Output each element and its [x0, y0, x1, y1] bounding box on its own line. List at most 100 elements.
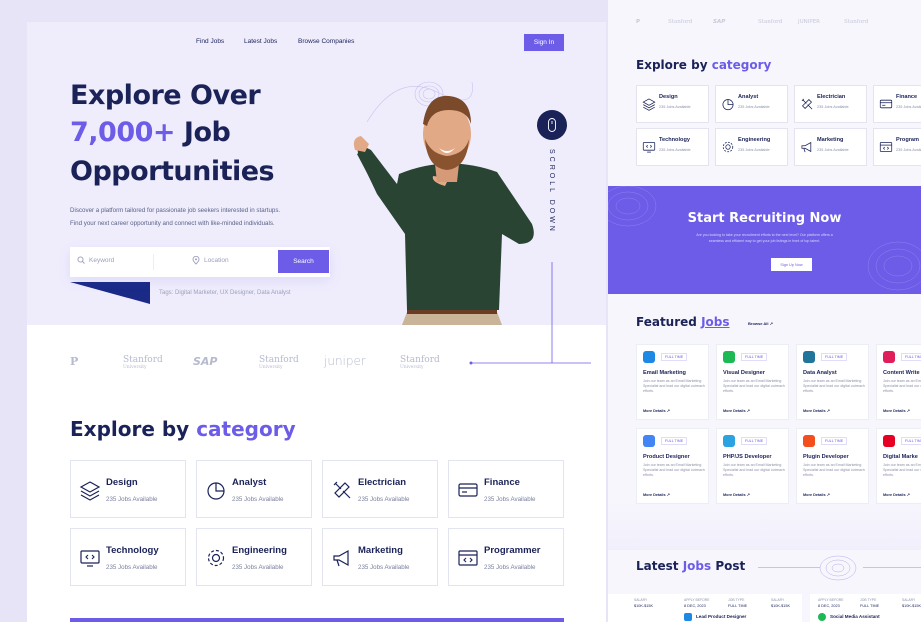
keyword-field[interactable]: Keyword	[77, 256, 114, 264]
more-details-link[interactable]: More Details ↗	[643, 492, 670, 497]
apply-before-value: 8 DEC, 2023	[818, 604, 840, 608]
more-details-label: More Details	[643, 409, 666, 413]
company-logo-juniper: juniper	[324, 354, 366, 368]
more-details-link[interactable]: More Details ↗	[643, 408, 670, 413]
category-name: Electrician	[817, 94, 846, 100]
code-window-icon	[457, 547, 479, 569]
category-card-design[interactable]: Design 235 Jobs Available	[70, 460, 186, 518]
nav-latest-jobs[interactable]: Latest Jobs	[244, 38, 277, 45]
category-name: Program	[896, 137, 920, 143]
category-count: 235 Jobs Available	[358, 496, 410, 503]
more-details-link[interactable]: More Details ↗	[883, 492, 910, 497]
job-type-badge: FULL TIME	[661, 437, 688, 445]
search-button[interactable]: Search	[278, 250, 329, 273]
scroll-down-button[interactable]	[537, 110, 567, 140]
more-details-link[interactable]: More Details ↗	[803, 492, 830, 497]
category-card-technology[interactable]: Technology 235 Jobs Available	[70, 528, 186, 586]
explore-title-accent: category	[196, 417, 296, 441]
nav-find-jobs[interactable]: Find Jobs	[196, 38, 224, 45]
recruit-description-1: Are you looking to take your recruitment…	[696, 233, 833, 237]
category-name: Engineering	[232, 545, 287, 556]
job-type-badge: FULL TIME	[901, 437, 921, 445]
explore-title: Explore by	[636, 58, 708, 72]
search-bar: Keyword Location Search	[70, 247, 330, 277]
category-count: 235 Jobs Available	[106, 496, 158, 503]
hero-title-line1: Explore Over	[70, 80, 261, 111]
category-card-analyst[interactable]: Analyst 235 Jobs Available	[196, 460, 312, 518]
category-count: 235 Jobs Available	[817, 148, 849, 152]
category-card-design[interactable]: Design 235 Jobs Available	[636, 85, 709, 123]
job-card[interactable]: FULL TIME Content Write Join our team as a…	[876, 344, 921, 420]
latest-job-title: Social Media Assistant	[830, 614, 880, 619]
job-card[interactable]: FULL TIME Plugin Developer Join our team a…	[796, 428, 869, 504]
salary-header: SALARY	[902, 598, 916, 602]
spotify-icon	[723, 351, 735, 363]
category-card-electrician[interactable]: Electrician 235 Jobs Available	[322, 460, 438, 518]
category-card-marketing[interactable]: Marketing 235 Jobs Available	[794, 128, 867, 166]
category-card-engineering[interactable]: Engineering 235 Jobs Available	[715, 128, 788, 166]
job-description: Join our team as an Email Marketing Spec…	[643, 463, 705, 477]
job-card[interactable]: FULL TIME Product Designer Join our team a…	[636, 428, 709, 504]
salary-value: $10K-$15K	[634, 604, 653, 608]
mouse-icon	[548, 118, 556, 132]
contour-decoration	[819, 555, 857, 581]
category-count: 235 Jobs Available	[896, 148, 921, 152]
job-title: Visual Designer	[723, 370, 765, 376]
category-name: Marketing	[817, 137, 844, 143]
company-logo-stanford: Stanford University	[259, 355, 299, 370]
category-card-analyst[interactable]: Analyst 235 Jobs Available	[715, 85, 788, 123]
more-details-link[interactable]: More Details ↗	[883, 408, 910, 413]
job-description: Join our team as an Email Marketing Spec…	[643, 379, 705, 393]
app-store-icon	[684, 613, 692, 621]
hero-count: 7,000+	[70, 117, 176, 148]
more-details-link[interactable]: More Details ↗	[723, 492, 750, 497]
category-card-finance[interactable]: Finance 235 Jobs Available	[448, 460, 564, 518]
tools-icon	[331, 479, 353, 501]
category-card-electrician[interactable]: Electrician 235 Jobs Available	[794, 85, 867, 123]
gear-icon	[205, 547, 227, 569]
more-details-label: More Details	[803, 409, 826, 413]
job-card[interactable]: FULL TIME Data Analyst Join our team as an…	[796, 344, 869, 420]
megaphone-icon	[331, 547, 353, 569]
sign-in-button[interactable]: Sign In	[524, 34, 564, 51]
category-card-technology[interactable]: Technology 235 Jobs Available	[636, 128, 709, 166]
arrow-up-right-icon: ↗	[745, 409, 750, 413]
category-card-program[interactable]: Program 235 Jobs Available	[873, 128, 921, 166]
logo-subtext: University	[123, 365, 147, 370]
job-card[interactable]: FULL TIME Digital Marke Join our team as a…	[876, 428, 921, 504]
category-card-finance[interactable]: Finance 235 Jobs Available	[873, 85, 921, 123]
sign-up-button[interactable]: Sign Up Now	[771, 258, 812, 271]
job-card[interactable]: FULL TIME PHP/JS Developer Join our team a…	[716, 428, 789, 504]
hero-description-1: Discover a platform tailored for passion…	[70, 207, 281, 214]
location-field[interactable]: Location	[192, 256, 229, 265]
latest-job-card[interactable]: APPLY BEFORE JOB TYPE SALARY 8 DEC, 2023…	[810, 594, 921, 622]
telegram-icon	[723, 435, 735, 447]
figma-icon	[803, 435, 815, 447]
arrow-up-right-icon: ↗	[905, 493, 910, 497]
megaphone-icon	[800, 140, 814, 154]
browse-all-label: Browse All	[748, 321, 769, 326]
wordpress-icon	[803, 351, 815, 363]
job-card[interactable]: FULL TIME Email Marketing Join our team as…	[636, 344, 709, 420]
arrow-up-right-icon: ↗	[825, 409, 830, 413]
company-logo-stanford: Stanford	[844, 19, 869, 25]
company-logo-stanford: Stanford University	[400, 355, 440, 370]
browse-all-link[interactable]: Browse All ↗	[748, 321, 773, 326]
category-card-marketing[interactable]: Marketing 235 Jobs Available	[322, 528, 438, 586]
category-name: Finance	[484, 477, 520, 488]
latest-job-card[interactable]: APPLY BEFORE JOB TYPE SALARY 8 DEC, 2023…	[676, 594, 802, 622]
scroll-down-label: SCROLL DOWN	[548, 149, 555, 234]
category-card-engineering[interactable]: Engineering 235 Jobs Available	[196, 528, 312, 586]
hero-title-line2: 7,000+ Job	[70, 117, 231, 148]
more-details-link[interactable]: More Details ↗	[803, 408, 830, 413]
divider	[758, 567, 820, 568]
nav-browse-companies[interactable]: Browse Companies	[298, 38, 354, 45]
google-icon	[643, 435, 655, 447]
company-logo-stanford: Stanford	[668, 19, 693, 25]
latest-title-accent: Jobs	[682, 559, 712, 573]
more-details-link[interactable]: More Details ↗	[723, 408, 750, 413]
job-description: Join our team as an Email Marketing Spec…	[803, 463, 865, 477]
category-count: 235 Jobs Available	[484, 564, 536, 571]
category-card-programmer[interactable]: Programmer 235 Jobs Available	[448, 528, 564, 586]
job-card[interactable]: FULL TIME Visual Designer Join our team as…	[716, 344, 789, 420]
